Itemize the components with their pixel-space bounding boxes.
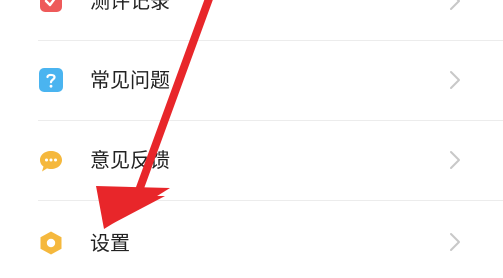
chevron-right-icon [448, 150, 462, 170]
menu-item-feedback[interactable]: 意见反馈 [0, 120, 503, 200]
menu-item-label: 设置 [90, 231, 130, 255]
menu-item-label: 测评记录 [90, 0, 170, 13]
settings-icon [38, 230, 64, 256]
settings-menu-screen: 测评记录 常见问题 意见反馈 设置 [0, 0, 503, 278]
record-icon [38, 0, 64, 14]
menu-item-label: 意见反馈 [90, 148, 170, 172]
menu-item-faq[interactable]: 常见问题 [0, 40, 503, 120]
menu-item-test-records[interactable]: 测评记录 [0, 0, 503, 40]
menu-item-label: 常见问题 [90, 68, 170, 92]
chevron-right-icon [448, 70, 462, 90]
chevron-right-icon [448, 0, 462, 11]
question-icon [38, 67, 64, 93]
feedback-icon [38, 148, 64, 174]
menu-item-settings[interactable]: 设置 [0, 200, 503, 278]
chevron-right-icon [448, 232, 462, 252]
